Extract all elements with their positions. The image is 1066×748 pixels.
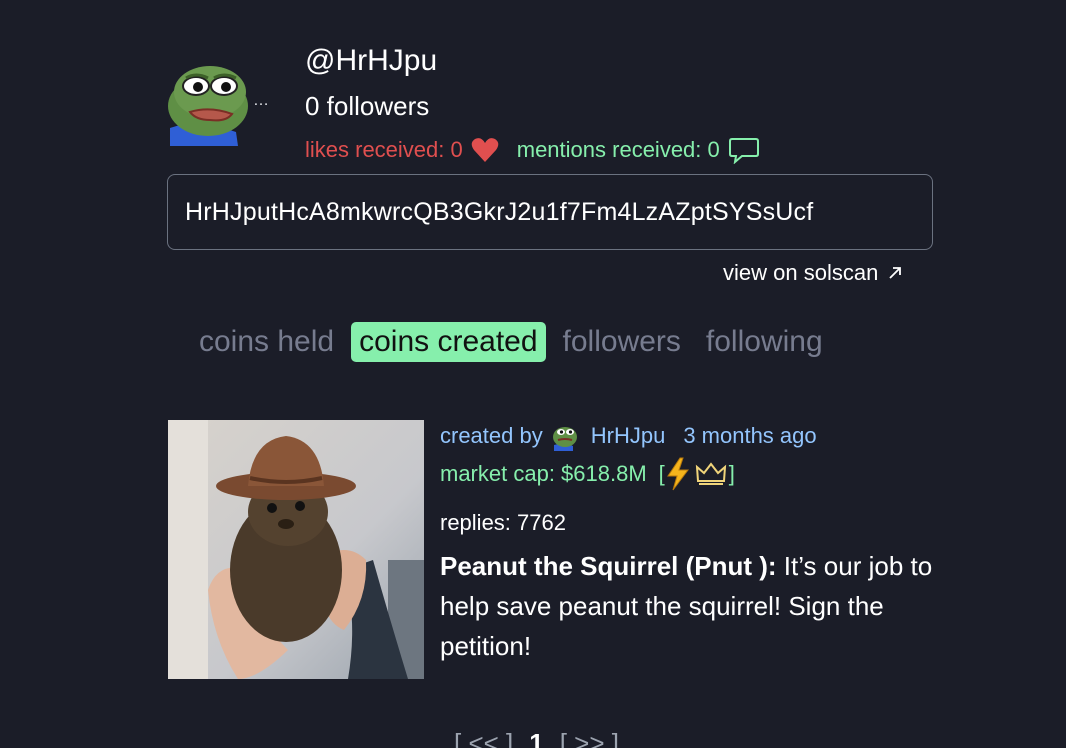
coin-info: created by HrHJpu 3 months ago market ca…	[440, 420, 940, 666]
coin-description: Peanut the Squirrel (Pnut ): It’s our jo…	[440, 546, 940, 666]
wallet-address[interactable]: HrHJputHcA8mkwrcQB3GkrJ2u1f7Fm4LzAZptSYS…	[167, 174, 933, 250]
created-by-label: created by	[440, 423, 543, 448]
avatar-overflow-dots: …	[253, 92, 270, 109]
followers-count: 0 followers	[305, 91, 430, 121]
heart-icon	[471, 137, 499, 163]
mentions-received: mentions received: 0	[516, 137, 720, 162]
next-page-button[interactable]: [ >> ]	[560, 728, 619, 748]
stats-row: likes received: 0 mentions received: 0	[305, 136, 760, 164]
speech-bubble-icon	[728, 136, 760, 164]
crown-icon	[695, 461, 727, 487]
likes-received: likes received: 0	[305, 137, 463, 162]
market-cap: market cap: $618.8M	[440, 461, 647, 486]
tab-coins-held[interactable]: coins held	[191, 322, 342, 362]
market-cap-row: market cap: $618.8M [ ]	[440, 452, 940, 496]
badge-close-bracket: ]	[728, 461, 735, 486]
pagination: [ << ] 1 [ >> ]	[454, 728, 619, 748]
badges: [ ]	[651, 457, 735, 491]
coin-name[interactable]: Peanut the Squirrel (Pnut ):	[440, 551, 777, 581]
profile-username: @HrHJpu	[305, 44, 438, 77]
solscan-label: view on solscan	[723, 260, 879, 285]
prev-page-button[interactable]: [ << ]	[454, 728, 513, 748]
tab-following[interactable]: following	[698, 322, 831, 362]
created-by-row: created by HrHJpu 3 months ago	[440, 420, 940, 452]
coin-image[interactable]	[168, 420, 424, 679]
pepe-frog-mini-avatar-icon	[551, 421, 581, 451]
profile-avatar	[166, 58, 256, 146]
lightning-icon	[665, 457, 691, 491]
tab-followers[interactable]: followers	[555, 322, 689, 362]
external-arrow-icon	[888, 266, 902, 280]
reply-count: replies: 7762	[440, 510, 566, 535]
profile-tabs: coins held coins created followers follo…	[191, 322, 840, 362]
view-on-solscan-link[interactable]: view on solscan	[723, 260, 902, 286]
creator-name[interactable]: HrHJpu	[591, 423, 666, 449]
created-time: 3 months ago	[683, 423, 817, 448]
current-page: 1	[529, 728, 544, 748]
tab-coins-created[interactable]: coins created	[351, 322, 546, 362]
pepe-frog-avatar-icon	[168, 66, 248, 146]
